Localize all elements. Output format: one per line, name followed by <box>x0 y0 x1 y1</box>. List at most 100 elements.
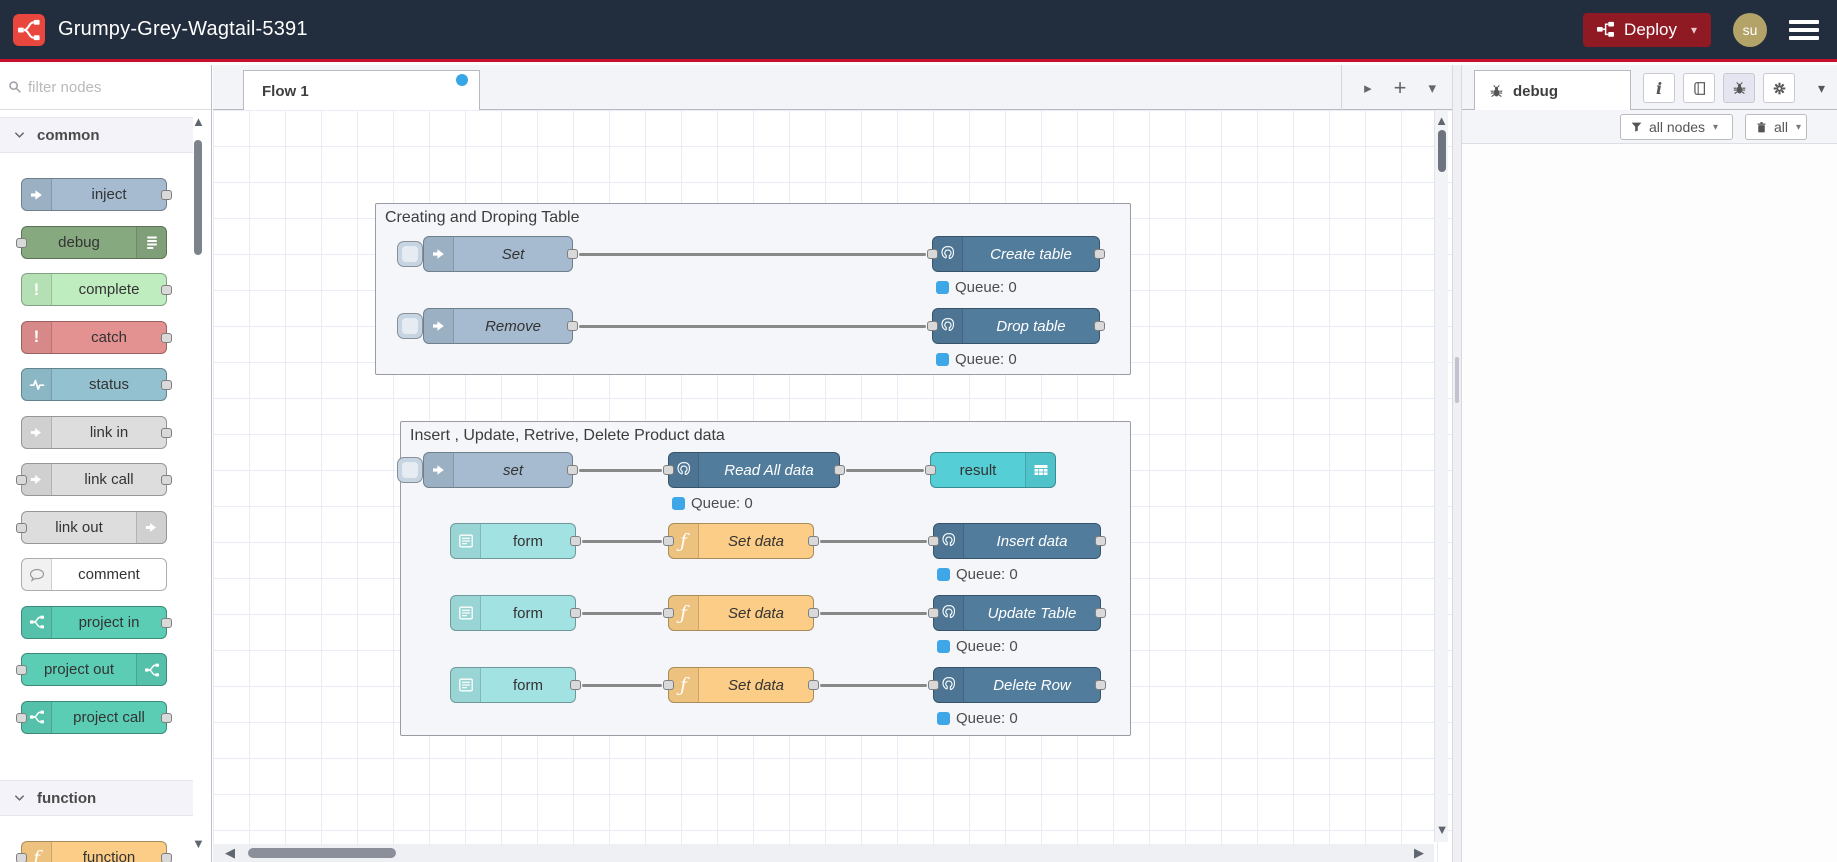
node-form3[interactable]: form <box>450 667 581 703</box>
sidebar-menu-caret-icon[interactable]: ▾ <box>1818 80 1825 97</box>
add-flow-button[interactable]: + <box>1394 76 1407 98</box>
node-fn3[interactable]: ƒ Set data <box>663 667 819 703</box>
info-tab-button[interactable]: i <box>1643 73 1675 103</box>
pg-create-output-port[interactable] <box>1094 249 1105 259</box>
splitter-handle[interactable] <box>1455 357 1459 403</box>
palette-node-link-in[interactable]: link in <box>21 415 172 449</box>
pg-drop-output-port[interactable] <box>1094 321 1105 331</box>
fn2-input-port[interactable] <box>663 608 674 618</box>
node-inj-set2[interactable]: set <box>397 452 578 488</box>
palette-node-status[interactable]: status <box>21 368 172 401</box>
pg-ins-output-port[interactable] <box>1095 536 1106 546</box>
fn2-output-port[interactable] <box>808 608 819 618</box>
palette-node-inject[interactable]: inject <box>21 178 172 211</box>
flow-list-button[interactable]: ▾ <box>1428 79 1436 97</box>
inj-set-output-port[interactable] <box>567 249 578 259</box>
wire[interactable] <box>820 539 927 543</box>
palette-category-function[interactable]: function <box>0 780 193 816</box>
palette-node-complete[interactable]: ! complete <box>21 273 172 306</box>
function-input-port[interactable] <box>16 853 27 862</box>
form3-output-port[interactable] <box>570 680 581 690</box>
fn1-input-port[interactable] <box>663 536 674 546</box>
fn1-output-port[interactable] <box>808 536 819 546</box>
palette-node-project-in[interactable]: project in <box>21 605 172 639</box>
debug-filter-button[interactable]: all nodes ▾ <box>1620 114 1733 140</box>
inject-output-port[interactable] <box>161 190 172 200</box>
project-out-input-port[interactable] <box>16 665 27 675</box>
user-avatar[interactable]: su <box>1733 12 1767 47</box>
palette-node-project-call[interactable]: project call <box>16 700 172 734</box>
node-pg-drop[interactable]: Drop table <box>927 308 1105 344</box>
inj-set2-output-port[interactable] <box>567 465 578 475</box>
palette-node-project-out[interactable]: project out <box>16 653 167 686</box>
form2-output-port[interactable] <box>570 608 581 618</box>
debug-messages-panel[interactable] <box>1462 144 1837 862</box>
config-tab-button[interactable] <box>1763 73 1795 103</box>
tab-debug[interactable]: debug <box>1474 70 1631 111</box>
pg-read-output-port[interactable] <box>834 465 845 475</box>
palette-node-debug[interactable]: debug <box>16 225 167 259</box>
scroll-down-icon[interactable]: ▼ <box>192 837 205 850</box>
debug-clear-button[interactable]: all ▾ <box>1745 114 1807 140</box>
scroll-down-icon[interactable]: ▼ <box>1435 823 1449 836</box>
palette-node-comment[interactable]: comment <box>21 558 167 591</box>
pg-upd-input-port[interactable] <box>928 608 939 618</box>
node-inj-set[interactable]: Set <box>397 236 578 272</box>
node-form1[interactable]: form <box>450 523 581 559</box>
status-output-port[interactable] <box>161 380 172 390</box>
fn3-input-port[interactable] <box>663 680 674 690</box>
palette-node-link-out[interactable]: link out <box>16 510 167 544</box>
filter-nodes-input[interactable] <box>28 78 178 96</box>
link-call-input-port[interactable] <box>16 475 27 485</box>
deploy-caret-icon[interactable]: ▾ <box>1691 23 1697 37</box>
sidebar-splitter[interactable] <box>1452 65 1462 862</box>
wire[interactable] <box>846 468 924 472</box>
node-pg-upd[interactable]: Update Table <box>928 595 1106 631</box>
help-tab-button[interactable] <box>1683 73 1715 103</box>
flow-canvas[interactable]: ▲ ▼ ◀ ▶ Creating and Droping Table Insert… <box>213 110 1452 862</box>
pg-del-output-port[interactable] <box>1095 680 1106 690</box>
fn3-output-port[interactable] <box>808 680 819 690</box>
node-fn1[interactable]: ƒ Set data <box>663 523 819 559</box>
project-call-input-port[interactable] <box>16 712 27 723</box>
deploy-button[interactable]: Deploy ▾ <box>1583 12 1711 47</box>
pg-ins-input-port[interactable] <box>928 536 939 546</box>
wire[interactable] <box>579 324 926 328</box>
complete-output-port[interactable] <box>161 285 172 295</box>
inject-button[interactable] <box>397 241 423 267</box>
wire[interactable] <box>582 611 662 615</box>
link-in-output-port[interactable] <box>161 427 172 438</box>
wire[interactable] <box>579 468 662 472</box>
scroll-left-icon[interactable]: ◀ <box>225 845 235 861</box>
next-tab-button[interactable]: ▸ <box>1364 79 1372 97</box>
node-pg-create[interactable]: Create table <box>927 236 1105 272</box>
wire[interactable] <box>820 611 927 615</box>
canvas-hscroll-thumb[interactable] <box>248 848 396 858</box>
project-in-output-port[interactable] <box>161 617 172 628</box>
inject-button[interactable] <box>397 313 423 339</box>
inj-rm-output-port[interactable] <box>567 321 578 331</box>
wire[interactable] <box>582 683 662 687</box>
palette-category-common[interactable]: common <box>0 117 193 153</box>
result-input-port[interactable] <box>925 465 936 475</box>
inject-button[interactable] <box>397 457 423 483</box>
node-fn2[interactable]: ƒ Set data <box>663 595 819 631</box>
node-pg-ins[interactable]: Insert data <box>928 523 1106 559</box>
scroll-up-icon[interactable]: ▲ <box>192 115 205 128</box>
node-pg-read[interactable]: Read All data <box>663 452 845 488</box>
wire[interactable] <box>582 539 662 543</box>
flow-group-1[interactable]: Creating and Droping Table <box>375 203 1131 375</box>
debug-input-port[interactable] <box>16 237 27 248</box>
pg-create-input-port[interactable] <box>927 249 938 259</box>
function-output-port[interactable] <box>161 853 172 862</box>
debug-tab-button[interactable] <box>1723 73 1755 103</box>
scroll-right-icon[interactable]: ▶ <box>1414 845 1424 861</box>
palette-node-link-call[interactable]: link call <box>16 463 172 496</box>
tab-flow-1[interactable]: Flow 1 <box>243 70 480 111</box>
node-pg-del[interactable]: Delete Row <box>928 667 1106 703</box>
link-out-input-port[interactable] <box>16 522 27 533</box>
form1-output-port[interactable] <box>570 536 581 546</box>
pg-del-input-port[interactable] <box>928 680 939 690</box>
palette-node-function[interactable]: ƒ function <box>16 841 172 862</box>
pg-read-input-port[interactable] <box>663 465 674 475</box>
